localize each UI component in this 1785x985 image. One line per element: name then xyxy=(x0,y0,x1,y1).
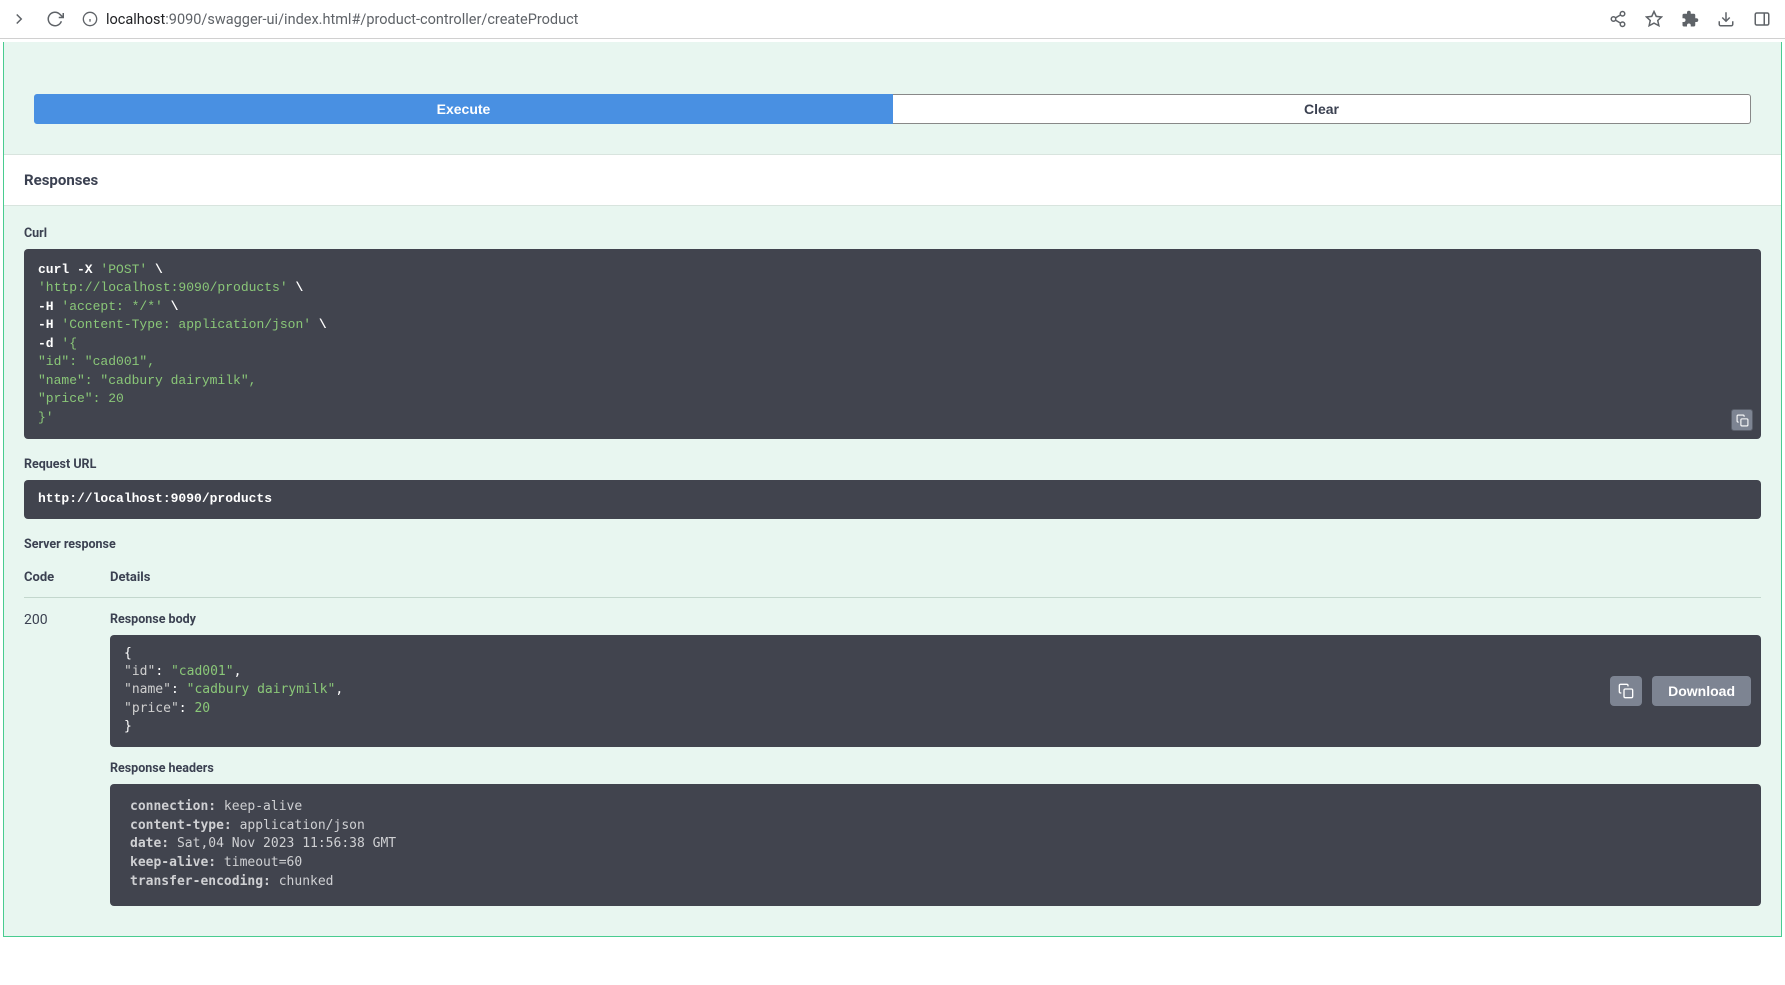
response-row: 200 Response body { "id": "cad001", "nam… xyxy=(24,598,1761,906)
reload-icon[interactable] xyxy=(46,10,64,28)
column-details: Details xyxy=(110,570,150,585)
try-out-section: Execute Clear xyxy=(4,42,1781,154)
address-bar[interactable]: localhost:9090/swagger-ui/index.html#/pr… xyxy=(74,4,1599,34)
request-url-label: Request URL xyxy=(24,457,1761,472)
execute-button[interactable]: Execute xyxy=(34,94,893,124)
curl-label: Curl xyxy=(24,226,1761,241)
curl-command-block: curl -X 'POST' \ 'http://localhost:9090/… xyxy=(24,249,1761,439)
response-headers-label: Response headers xyxy=(110,761,1761,776)
request-url-block: http://localhost:9090/products xyxy=(24,480,1761,518)
response-headers-block: connection: keep-alive content-type: app… xyxy=(110,784,1761,906)
download-button[interactable]: Download xyxy=(1652,676,1751,706)
operation-block: Execute Clear Responses Curl curl -X 'PO… xyxy=(3,42,1782,937)
column-code: Code xyxy=(24,570,50,585)
clear-button[interactable]: Clear xyxy=(893,94,1751,124)
response-body-label: Response body xyxy=(110,612,1761,627)
extensions-icon[interactable] xyxy=(1681,10,1699,28)
server-response-label: Server response xyxy=(24,537,1761,552)
sidepanel-icon[interactable] xyxy=(1753,10,1771,28)
response-body-block: { "id": "cad001", "name": "cadbury dairy… xyxy=(110,635,1761,747)
share-icon[interactable] xyxy=(1609,10,1627,28)
status-code: 200 xyxy=(24,612,50,906)
forward-icon[interactable] xyxy=(10,10,28,28)
browser-toolbar: localhost:9090/swagger-ui/index.html#/pr… xyxy=(0,0,1785,39)
bookmark-star-icon[interactable] xyxy=(1645,10,1663,28)
site-info-icon[interactable] xyxy=(82,11,98,27)
responses-heading: Responses xyxy=(4,154,1781,206)
copy-curl-button[interactable] xyxy=(1731,409,1753,431)
copy-response-button[interactable] xyxy=(1610,676,1642,706)
url-text: localhost:9090/swagger-ui/index.html#/pr… xyxy=(106,11,578,28)
downloads-icon[interactable] xyxy=(1717,10,1735,28)
